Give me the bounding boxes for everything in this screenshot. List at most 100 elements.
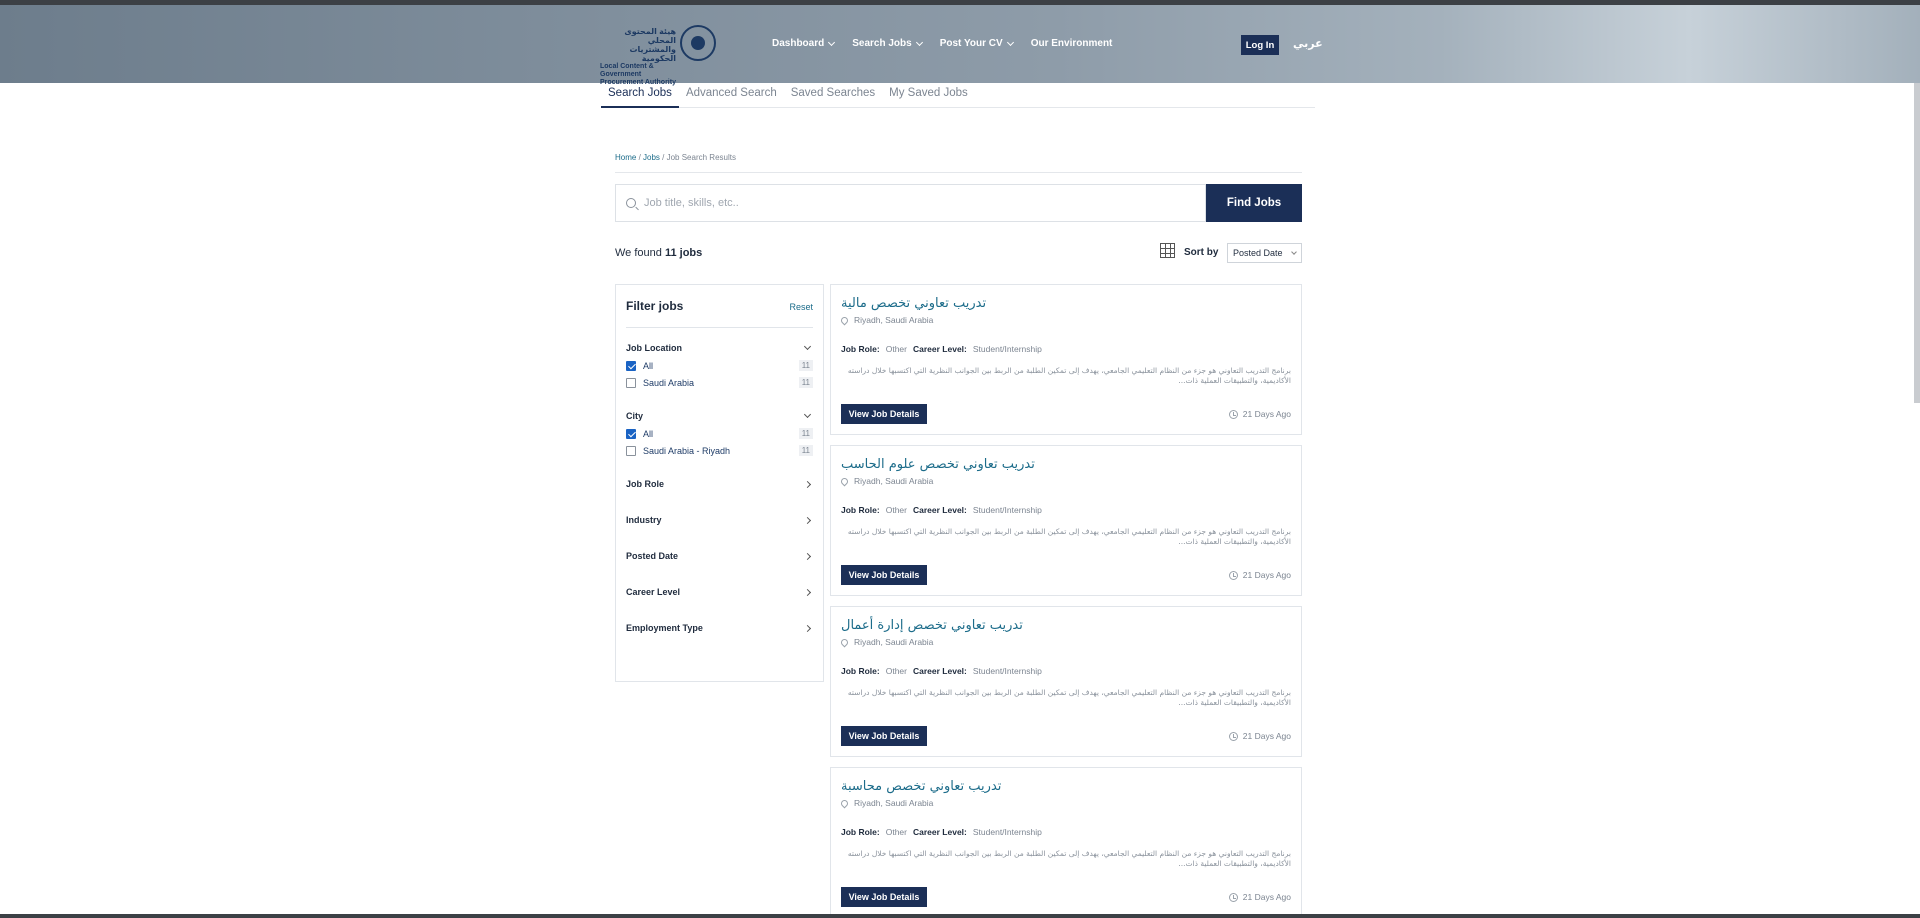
filter-header: Filter jobs Reset bbox=[626, 299, 813, 328]
job-title[interactable]: تدريب تعاوني تخصص محاسبة bbox=[841, 779, 1291, 794]
job-card-footer: View Job Details 21 Days Ago bbox=[841, 726, 1291, 746]
filter-title: Filter jobs bbox=[626, 299, 684, 313]
filter-section-header[interactable]: Employment Type bbox=[626, 622, 813, 634]
filter-section-header[interactable]: Job Role bbox=[626, 478, 813, 490]
job-meta: Job Role: Other Career Level: Student/In… bbox=[841, 505, 1291, 515]
login-button[interactable]: Log In bbox=[1241, 35, 1279, 55]
job-posted-age: 21 Days Ago bbox=[1228, 570, 1291, 580]
job-card-footer: View Job Details 21 Days Ago bbox=[841, 404, 1291, 424]
reset-filters-link[interactable]: Reset bbox=[789, 302, 813, 312]
filter-option-location-all[interactable]: All 11 bbox=[626, 360, 813, 371]
job-search-bar: Find Jobs bbox=[615, 184, 1302, 222]
find-jobs-button[interactable]: Find Jobs bbox=[1206, 184, 1302, 222]
filter-section-job-role: Job Role bbox=[626, 478, 813, 490]
job-location: Riyadh, Saudi Arabia bbox=[839, 798, 1291, 808]
chevron-right-icon bbox=[803, 588, 812, 596]
sort-select[interactable]: Posted Date bbox=[1227, 243, 1302, 263]
job-description: برنامج التدريب التعاوني هو جزء من النظام… bbox=[847, 849, 1291, 868]
job-role-label: Job Role: bbox=[841, 827, 880, 837]
job-age-text: 21 Days Ago bbox=[1242, 892, 1291, 902]
site-logo[interactable]: هيئة المحتوى المحلي والمشتريات الحكومية … bbox=[600, 25, 718, 86]
chevron-down-icon bbox=[1006, 38, 1014, 46]
clock-icon bbox=[1228, 892, 1238, 902]
tab-my-saved-jobs[interactable]: My Saved Jobs bbox=[882, 83, 975, 108]
job-location: Riyadh, Saudi Arabia bbox=[839, 637, 1291, 647]
filter-section-header[interactable]: Industry bbox=[626, 514, 813, 526]
checkbox[interactable] bbox=[626, 445, 636, 456]
location-pin-icon bbox=[839, 315, 850, 325]
job-description: برنامج التدريب التعاوني هو جزء من النظام… bbox=[847, 527, 1291, 546]
chevron-right-icon bbox=[803, 480, 812, 488]
filter-option-label: Saudi Arabia bbox=[643, 377, 695, 388]
breadcrumb-jobs[interactable]: Jobs bbox=[643, 153, 660, 162]
tab-search-jobs[interactable]: Search Jobs bbox=[601, 83, 679, 108]
filter-option-count: 11 bbox=[798, 445, 813, 456]
checkbox[interactable] bbox=[626, 377, 636, 388]
job-meta: Job Role: Other Career Level: Student/In… bbox=[841, 666, 1291, 676]
job-card: تدريب تعاوني تخصص مالية Riyadh, Saudi Ar… bbox=[830, 284, 1302, 435]
nav-post-cv[interactable]: Post Your CV bbox=[939, 38, 1014, 49]
job-description: برنامج التدريب التعاوني هو جزء من النظام… bbox=[847, 366, 1291, 385]
nav-search-jobs-label: Search Jobs bbox=[852, 38, 912, 49]
filter-option-city-riyadh[interactable]: Saudi Arabia - Riyadh 11 bbox=[626, 445, 813, 456]
career-level-value: Student/Internship bbox=[972, 505, 1042, 515]
nav-dashboard[interactable]: Dashboard bbox=[772, 38, 836, 49]
tab-advanced-search[interactable]: Advanced Search bbox=[679, 83, 784, 108]
career-level-value: Student/Internship bbox=[972, 344, 1042, 354]
job-title[interactable]: تدريب تعاوني تخصص إدارة أعمال bbox=[841, 618, 1291, 633]
chevron-right-icon bbox=[803, 624, 812, 632]
search-input[interactable] bbox=[644, 197, 1164, 209]
results-count: We found 11 jobs bbox=[615, 247, 702, 259]
sort-value: Posted Date bbox=[1233, 248, 1283, 258]
search-icon bbox=[626, 198, 636, 208]
nav-our-environment[interactable]: Our Environment bbox=[1031, 38, 1113, 49]
filter-option-location-saudi-arabia[interactable]: Saudi Arabia 11 bbox=[626, 377, 813, 388]
view-job-details-button[interactable]: View Job Details bbox=[841, 726, 927, 746]
logo-text: هيئة المحتوى المحلي والمشتريات الحكومية … bbox=[600, 27, 676, 87]
career-level-value: Student/Internship bbox=[972, 827, 1042, 837]
view-job-details-button[interactable]: View Job Details bbox=[841, 404, 927, 424]
filter-option-city-all[interactable]: All 11 bbox=[626, 428, 813, 439]
page-scrollbar[interactable] bbox=[1914, 83, 1920, 403]
job-description: برنامج التدريب التعاوني هو جزء من النظام… bbox=[847, 688, 1291, 707]
nav-search-jobs[interactable]: Search Jobs bbox=[852, 38, 923, 49]
job-location: Riyadh, Saudi Arabia bbox=[839, 315, 1291, 325]
job-role-label: Job Role: bbox=[841, 666, 880, 676]
filter-section-title: Industry bbox=[626, 515, 662, 525]
filter-option-count: 11 bbox=[798, 377, 813, 388]
filter-section-title: Employment Type bbox=[626, 623, 703, 633]
job-location-text: Riyadh, Saudi Arabia bbox=[854, 315, 934, 325]
breadcrumb-home[interactable]: Home bbox=[615, 153, 636, 162]
chevron-down-icon bbox=[828, 38, 836, 46]
career-level-value: Student/Internship bbox=[972, 666, 1042, 676]
job-posted-age: 21 Days Ago bbox=[1228, 409, 1291, 419]
job-title[interactable]: تدريب تعاوني تخصص علوم الحاسب bbox=[841, 457, 1291, 472]
language-switch[interactable]: عربي bbox=[1293, 37, 1323, 50]
job-meta: Job Role: Other Career Level: Student/In… bbox=[841, 344, 1291, 354]
tab-saved-searches[interactable]: Saved Searches bbox=[784, 83, 882, 108]
chevron-down-icon bbox=[803, 410, 812, 419]
view-job-details-button[interactable]: View Job Details bbox=[841, 887, 927, 907]
filter-option-label: All bbox=[643, 360, 654, 371]
filter-section-career-level: Career Level bbox=[626, 586, 813, 598]
grid-view-icon[interactable] bbox=[1160, 243, 1175, 258]
job-location-text: Riyadh, Saudi Arabia bbox=[854, 637, 934, 647]
filter-section-header[interactable]: City bbox=[626, 410, 813, 422]
filter-section-posted-date: Posted Date bbox=[626, 550, 813, 562]
job-location: Riyadh, Saudi Arabia bbox=[839, 476, 1291, 486]
filter-section-header[interactable]: Job Location bbox=[626, 342, 813, 354]
view-job-details-button[interactable]: View Job Details bbox=[841, 565, 927, 585]
filter-option-count: 11 bbox=[798, 428, 813, 439]
sort-label: Sort by bbox=[1184, 247, 1219, 258]
nav-post-cv-label: Post Your CV bbox=[939, 38, 1003, 49]
filter-section-header[interactable]: Posted Date bbox=[626, 550, 813, 562]
career-level-label: Career Level: bbox=[913, 344, 967, 354]
search-box[interactable] bbox=[615, 184, 1206, 222]
job-title[interactable]: تدريب تعاوني تخصص مالية bbox=[841, 296, 1291, 311]
checkbox-checked[interactable] bbox=[626, 428, 636, 439]
filter-section-header[interactable]: Career Level bbox=[626, 586, 813, 598]
clock-icon bbox=[1228, 409, 1238, 419]
checkbox-checked[interactable] bbox=[626, 360, 636, 371]
job-location-text: Riyadh, Saudi Arabia bbox=[854, 476, 934, 486]
filter-section-employment-type: Employment Type bbox=[626, 622, 813, 634]
